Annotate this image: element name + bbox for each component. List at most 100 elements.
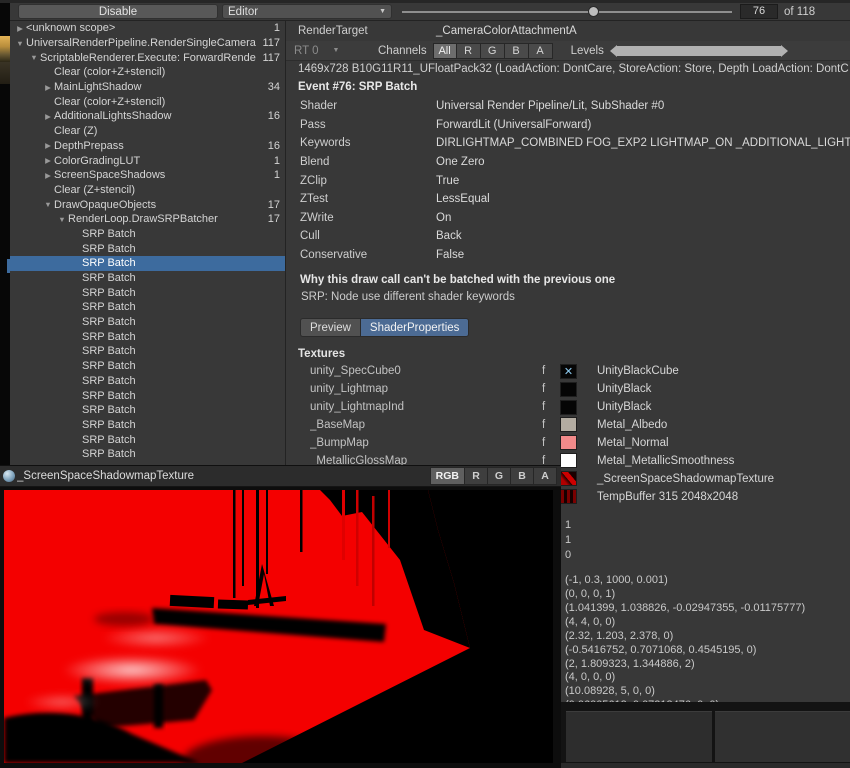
texture-asset-name: TempBuffer 315 2048x2048: [597, 491, 738, 503]
tree-row[interactable]: SRP Batch: [10, 432, 285, 447]
foldout-collapsed-icon[interactable]: ▶: [42, 156, 54, 165]
tree-row-label: SRP Batch: [82, 419, 276, 431]
tree-row-label: MainLightShadow: [54, 81, 264, 93]
tree-row[interactable]: Clear (color+Z+stencil): [10, 94, 285, 109]
vector-value: (4, 4, 0, 0): [565, 616, 850, 630]
foldout-collapsed-icon[interactable]: ▶: [14, 24, 26, 33]
tree-row[interactable]: SRP Batch: [10, 241, 285, 256]
frame-slider-handle[interactable]: [588, 6, 599, 17]
tree-row[interactable]: SRP Batch: [10, 374, 285, 389]
texture-row[interactable]: unity_SpecCube0f✕UnityBlackCube: [286, 362, 850, 380]
channel-button-r[interactable]: R: [465, 467, 488, 485]
channel-button-b[interactable]: B: [505, 43, 529, 59]
backdrop-panel-left: [566, 711, 712, 762]
channel-button-a[interactable]: A: [534, 467, 557, 485]
foldout-expanded-icon[interactable]: ▼: [56, 215, 68, 224]
tree-row[interactable]: ▶ColorGradingLUT1: [10, 153, 285, 168]
texture-format-flag: f: [542, 365, 560, 377]
foldout-collapsed-icon[interactable]: ▶: [42, 83, 54, 92]
property-value: LessEqual: [436, 193, 490, 205]
texture-thumbnail[interactable]: ✕: [560, 364, 577, 379]
texture-row[interactable]: _BaseMapfMetal_Albedo: [286, 416, 850, 434]
tree-row[interactable]: ▶DepthPrepass16: [10, 139, 285, 154]
tree-row[interactable]: SRP Batch: [10, 359, 285, 374]
target-dropdown[interactable]: Editor ▼: [222, 4, 392, 19]
frame-slider[interactable]: [402, 5, 732, 19]
levels-slider[interactable]: [610, 45, 788, 57]
tree-row[interactable]: ▼DrawOpaqueObjects17: [10, 197, 285, 212]
property-label: Cull: [300, 230, 436, 242]
tree-row[interactable]: ▶<unknown scope>1: [10, 21, 285, 36]
texture-thumbnail[interactable]: [560, 400, 577, 415]
tree-row[interactable]: ▼ScriptableRenderer.Execute: ForwardRend…: [10, 50, 285, 65]
tree-row[interactable]: SRP Batch: [10, 271, 285, 286]
channel-button-g[interactable]: G: [481, 43, 505, 59]
channel-button-r[interactable]: R: [457, 43, 481, 59]
tree-row[interactable]: SRP Batch: [10, 227, 285, 242]
channels-row: RT 0 ▼ Channels AllRGBA Levels: [286, 41, 850, 61]
vector-value: (4, 0, 0, 0): [565, 671, 850, 685]
tree-row[interactable]: SRP Batch: [10, 418, 285, 433]
foldout-expanded-icon[interactable]: ▼: [14, 39, 26, 48]
tree-row[interactable]: ▶ScreenSpaceShadows1: [10, 168, 285, 183]
channel-button-a[interactable]: A: [529, 43, 553, 59]
texture-property-name: _BaseMap: [310, 419, 542, 431]
tree-row[interactable]: Clear (Z+stencil): [10, 183, 285, 198]
vector-value: (2, 1.809323, 1.344886, 2): [565, 658, 850, 672]
tree-row[interactable]: SRP Batch: [10, 285, 285, 300]
shadowmap-preview-image[interactable]: [0, 487, 561, 768]
channel-button-rgb[interactable]: RGB: [430, 467, 465, 485]
levels-slider-max-handle[interactable]: [781, 45, 788, 57]
property-row: ZTestLessEqual: [286, 190, 850, 209]
tree-row[interactable]: ▼UniversalRenderPipeline.RenderSingleCam…: [10, 36, 285, 51]
channel-button-b[interactable]: B: [511, 467, 534, 485]
tree-row[interactable]: Clear (Z): [10, 124, 285, 139]
tree-row[interactable]: SRP Batch: [10, 447, 285, 462]
selection-bleed: [7, 259, 10, 273]
rt-index-dropdown[interactable]: RT 0 ▼: [294, 45, 350, 57]
property-value: Back: [436, 230, 462, 242]
levels-slider-range[interactable]: [616, 46, 782, 56]
tree-row[interactable]: SRP Batch: [10, 388, 285, 403]
tab-shaderproperties[interactable]: ShaderProperties: [360, 318, 470, 337]
frame-number-field[interactable]: 76: [740, 4, 778, 19]
tree-row[interactable]: SRP Batch: [10, 344, 285, 359]
tree-row[interactable]: ▼RenderLoop.DrawSRPBatcher17: [10, 212, 285, 227]
channel-button-g[interactable]: G: [488, 467, 511, 485]
tree-row[interactable]: SRP Batch: [10, 256, 285, 271]
tab-preview[interactable]: Preview: [300, 318, 360, 337]
tree-row[interactable]: Clear (color+Z+stencil): [10, 65, 285, 80]
float-value: 0: [565, 548, 850, 563]
tree-row[interactable]: SRP Batch: [10, 329, 285, 344]
texture-row[interactable]: unity_LightmapfUnityBlack: [286, 380, 850, 398]
tree-row-label: SRP Batch: [82, 434, 276, 446]
texture-property-name: _BumpMap: [310, 437, 542, 449]
foldout-collapsed-icon[interactable]: ▶: [42, 171, 54, 180]
tree-row[interactable]: SRP Batch: [10, 300, 285, 315]
foldout-collapsed-icon[interactable]: ▶: [42, 141, 54, 150]
foldout-expanded-icon[interactable]: ▼: [42, 200, 54, 209]
channel-button-all[interactable]: All: [433, 43, 457, 59]
foldout-collapsed-icon[interactable]: ▶: [42, 112, 54, 121]
tree-row[interactable]: SRP Batch: [10, 315, 285, 330]
texture-row[interactable]: unity_LightmapIndfUnityBlack: [286, 398, 850, 416]
texture-thumbnail[interactable]: [560, 435, 577, 450]
texture-thumbnail[interactable]: [560, 471, 577, 486]
texture-thumbnail[interactable]: [560, 453, 577, 468]
tree-row[interactable]: SRP Batch: [10, 403, 285, 418]
tree-row-label: SRP Batch: [82, 331, 276, 343]
texture-format-flag: f: [542, 383, 560, 395]
disable-button[interactable]: Disable: [18, 4, 218, 19]
tree-row-label: SRP Batch: [82, 375, 276, 387]
tree-row-label: ColorGradingLUT: [54, 155, 270, 167]
texture-preview-titlebar[interactable]: _ScreenSpaceShadowmapTexture RGBRGBA: [0, 465, 561, 487]
tree-row[interactable]: ▶MainLightShadow34: [10, 80, 285, 95]
rt-index-label: RT 0: [294, 45, 319, 57]
channel-buttons: AllRGBA: [433, 43, 553, 59]
foldout-expanded-icon[interactable]: ▼: [28, 53, 40, 62]
texture-thumbnail[interactable]: [560, 417, 577, 432]
texture-row[interactable]: _BumpMapfMetal_Normal: [286, 434, 850, 452]
tree-row[interactable]: ▶AdditionalLightsShadow16: [10, 109, 285, 124]
texture-thumbnail[interactable]: [560, 489, 577, 504]
texture-thumbnail[interactable]: [560, 382, 577, 397]
